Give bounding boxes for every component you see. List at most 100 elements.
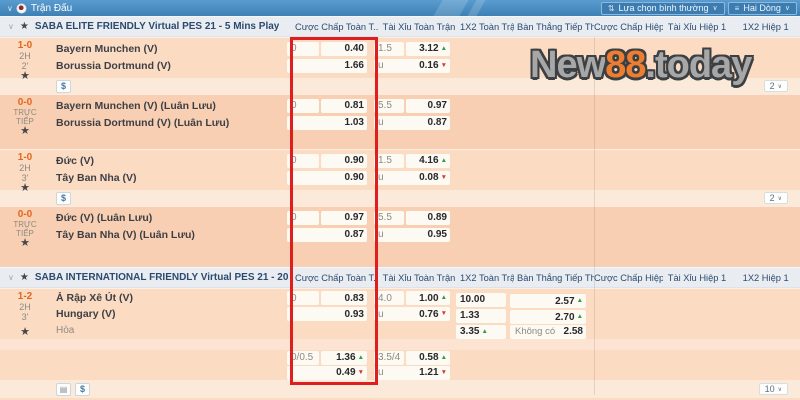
col-header-next-goal: Bàn Thắng Tiếp Th...: [517, 21, 594, 32]
home-team-name: Bayern Munchen (V) (Luân Lưu): [56, 99, 216, 112]
hdp-home-odds-cell[interactable]: 0.83: [321, 291, 367, 305]
col-header-1x2-ft: 1X2 Toàn Trận: [460, 21, 514, 32]
hdp-away-odds-cell[interactable]: 0.87: [287, 227, 367, 242]
minute-text: 3': [21, 312, 29, 322]
hdp-line-cell[interactable]: 0: [287, 153, 319, 168]
second-line-away-row: 0.49 ▼ u 1.21 ▼: [50, 365, 800, 380]
ou-under-odds-cell[interactable]: u 0.87: [374, 115, 450, 130]
match-block: 1-0 2H 3' ★ Đức (V) 0 0.90 1.5 4.16 ▲ Tây…: [0, 149, 800, 206]
home-row: Đức (V) 0 0.90 1.5 4.16 ▲: [50, 152, 800, 169]
favorite-star-icon[interactable]: ★: [20, 21, 29, 32]
hdp-away-odds-cell[interactable]: 0.90: [287, 170, 367, 185]
hdp-home-odds-cell[interactable]: 0.90: [321, 153, 367, 168]
chevron-down-icon: ∨: [777, 83, 782, 90]
col-header-hdp-h1: Cược Chấp Hiệp 1: [594, 272, 663, 283]
ou-line-cell[interactable]: 5.5: [374, 210, 404, 225]
odds-up-icon: ▲: [440, 44, 447, 52]
ou-line-cell[interactable]: 5.5: [374, 98, 404, 113]
ou-over-odds-cell[interactable]: 0.89: [406, 210, 450, 225]
hdp-away-odds-cell[interactable]: 0.93: [287, 307, 367, 321]
ou-under-odds-cell[interactable]: u 0.76 ▼: [374, 307, 450, 321]
normal-selection-label: Lựa chọn bình thường: [618, 3, 709, 13]
hdp-away-odds-cell[interactable]: 1.03: [287, 115, 367, 130]
hdp-line-cell[interactable]: 0: [287, 210, 319, 225]
match-block: 1-2 2H 3' ★ Ả Rập Xê Út (V) 0 0.83 4.0 1…: [0, 288, 800, 400]
home-row: Đức (V) (Luân Lưu) 0 0.97 5.5 0.89: [50, 209, 800, 226]
ou-over-odds-cell[interactable]: 3.12 ▲: [406, 41, 450, 56]
away-team-name: Borussia Dortmund (V) (Luân Lưu): [56, 116, 230, 129]
favorite-star-icon[interactable]: ★: [20, 238, 30, 250]
favorite-star-icon[interactable]: ★: [20, 183, 30, 195]
dollar-icon-button[interactable]: $: [56, 191, 71, 205]
odds-down-icon: ▼: [357, 368, 364, 376]
chevron-down-icon: ∨: [712, 5, 718, 12]
chevron-down-icon[interactable]: ∨: [7, 4, 13, 13]
score-text: 1-0: [17, 40, 33, 51]
odds-down-icon: ▼: [440, 368, 447, 376]
col-header-1x2-h1: 1X2 Hiệp 1: [742, 21, 789, 32]
ou-over-odds-cell[interactable]: 4.16 ▲: [406, 153, 450, 168]
ou-over-odds-cell[interactable]: 0.97: [406, 98, 450, 113]
bet-tools-row: $ 2 ∨: [0, 190, 800, 206]
ball-icon: [16, 3, 26, 13]
favorite-star-icon[interactable]: ★: [20, 71, 30, 83]
hdp-home-odds-cell[interactable]: 1.36 ▲: [321, 350, 367, 365]
collapse-chevron-icon[interactable]: ∨: [8, 22, 14, 31]
ou-line-cell[interactable]: 3.5/4: [374, 350, 404, 365]
ou-line-cell[interactable]: 4.0: [374, 291, 404, 305]
ou-line-cell[interactable]: 1.5: [374, 41, 404, 56]
odds-down-icon: ▼: [440, 173, 447, 181]
hdp-home-odds-cell[interactable]: 0.81: [321, 98, 367, 113]
hdp-away-odds-cell[interactable]: 1.66: [287, 58, 367, 73]
dollar-icon-button[interactable]: $: [56, 79, 71, 93]
ou-under-odds-cell[interactable]: u 0.08 ▼: [374, 170, 450, 185]
league-header: ∨ ★ SABA ELITE FRIENDLY Virtual PES 21 -…: [0, 16, 800, 37]
hdp-home-odds-cell[interactable]: 0.97: [321, 210, 367, 225]
ou-under-odds-cell[interactable]: u 1.21 ▼: [374, 365, 450, 380]
odds-up-icon: ▲: [576, 313, 583, 320]
favorite-star-icon[interactable]: ★: [20, 327, 30, 339]
collapse-chevron-icon[interactable]: ∨: [8, 273, 14, 282]
away-row: Tây Ban Nha (V) (Luân Lưu) 0.87 u 0.95: [50, 226, 800, 243]
ou-line-cell[interactable]: 1.5: [374, 153, 404, 168]
hdp-line-cell[interactable]: 0: [287, 41, 319, 56]
decorative-stripe: [433, 0, 469, 16]
display-lines-dropdown[interactable]: ≡ Hai Dòng ∨: [727, 1, 797, 15]
display-lines-label: Hai Dòng: [743, 3, 781, 13]
ou-over-odds-cell[interactable]: 0.58 ▲: [406, 350, 450, 365]
away-row: Tây Ban Nha (V) 0.90 u 0.08 ▼: [50, 169, 800, 186]
hdp-home-odds-cell[interactable]: 0.40: [321, 41, 367, 56]
away-row: Borussia Dortmund (V) (Luân Lưu) 1.03 u0…: [50, 114, 800, 131]
odds-up-icon: ▲: [357, 353, 364, 361]
more-odds-select[interactable]: 2 ∨: [763, 80, 788, 92]
normal-selection-dropdown[interactable]: ⇅ Lựa chọn bình thường ∨: [600, 1, 725, 15]
league-title: SABA INTERNATIONAL FRIENDLY Virtual PES …: [34, 272, 292, 283]
ou-under-odds-cell[interactable]: u 0.95: [374, 227, 450, 242]
hdp-line-cell[interactable]: 0: [287, 291, 319, 305]
more-odds-select[interactable]: 10 ∨: [758, 383, 788, 395]
second-line-home-row: 0/0.5 1.36 ▲ 3.5/4 0.58 ▲: [50, 350, 800, 365]
favorite-star-icon[interactable]: ★: [20, 126, 30, 138]
away-team-name: Tây Ban Nha (V): [56, 171, 137, 184]
1x2-draw-odds-cell[interactable]: 3.35 ▲: [456, 324, 506, 339]
home-team-name: Bayern Munchen (V): [56, 42, 158, 55]
score-text: 0-0: [17, 97, 33, 108]
col-header-hdp-ft: Cược Chấp Toàn T...: [295, 272, 378, 283]
more-odds-select[interactable]: 2 ∨: [763, 192, 788, 204]
hdp-line-cell[interactable]: 0/0.5: [287, 350, 319, 365]
receipt-icon-button[interactable]: ▤: [56, 382, 71, 396]
ou-over-odds-cell[interactable]: 1.00 ▲: [406, 291, 450, 305]
period-text: 2H: [19, 51, 31, 61]
match-block: 0-0 TRỰC TIẾP ★ Bayern Munchen (V) (Luân…: [0, 94, 800, 149]
dollar-icon-button[interactable]: $: [75, 382, 90, 396]
next-goal-none-odds-cell[interactable]: Không có 2.58: [510, 324, 586, 339]
home-team-name: Đức (V) (Luân Lưu): [56, 211, 153, 224]
bet-tools-row: ▤ $ 10 ∨: [0, 380, 800, 398]
chevron-down-icon: ∨: [777, 386, 782, 393]
hdp-line-cell[interactable]: 0: [287, 98, 319, 113]
live-badge: TRỰC: [13, 220, 37, 229]
hdp-away-odds-cell[interactable]: 0.49 ▼: [287, 365, 367, 380]
line-separator: [0, 339, 800, 350]
ou-under-odds-cell[interactable]: u 0.16 ▼: [374, 58, 450, 73]
favorite-star-icon[interactable]: ★: [20, 272, 29, 283]
